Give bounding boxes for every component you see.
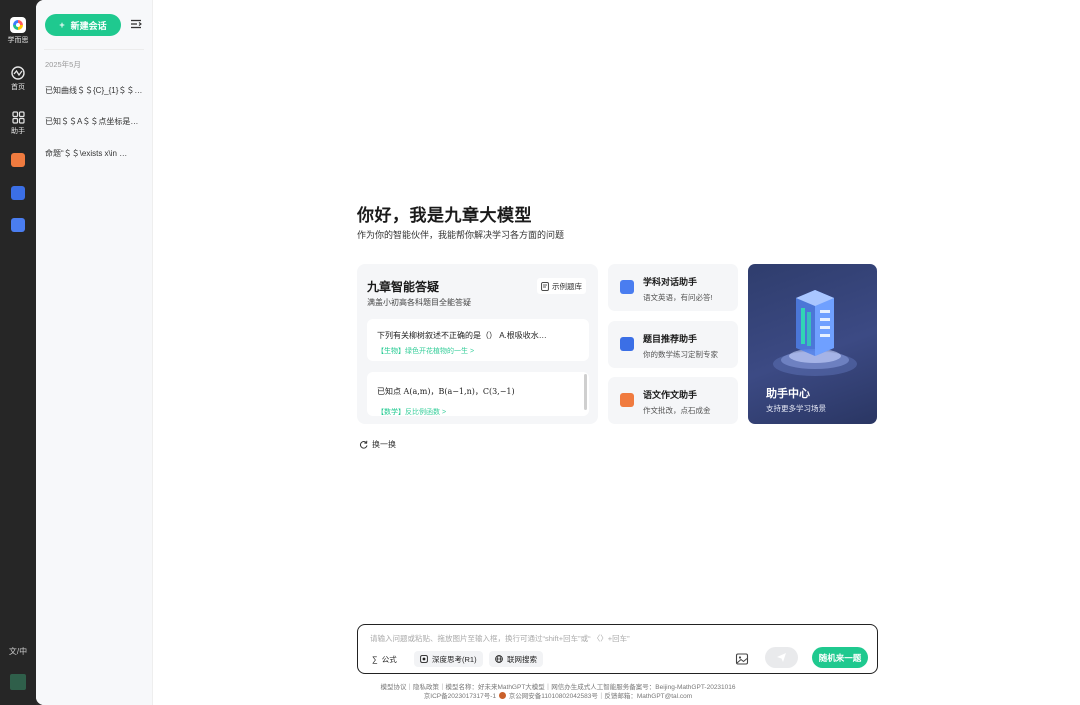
home-wave-icon <box>11 66 25 80</box>
chat-app-icon <box>11 218 25 232</box>
web-search-button[interactable]: 联网搜索 <box>489 651 543 667</box>
language-toggle-icon: 文/中 <box>8 647 28 656</box>
assistant-subtitle: 作文批改，点石成金 <box>643 406 711 415</box>
answer-card-title: 九章智能答疑 <box>367 280 440 294</box>
rail-item-home[interactable]: 首页 <box>0 66 36 92</box>
assistant-center-subtitle: 支持更多学习场景 <box>766 404 826 413</box>
page-title: 你好，我是九章大模型 <box>357 206 532 225</box>
send-icon <box>777 653 786 662</box>
rail-app-writing[interactable] <box>0 153 36 167</box>
subject-tag: 【数学】 <box>377 409 405 416</box>
sidebar-divider <box>44 49 144 50</box>
icp-record[interactable]: 京ICP备2023017317号-1 <box>424 693 496 700</box>
assistant-title: 题目推荐助手 <box>643 334 698 344</box>
refresh-label: 换一换 <box>372 440 396 449</box>
server-illustration-icon <box>773 290 857 376</box>
web-search-label: 联网搜索 <box>507 654 537 664</box>
new-chat-label: 新建会话 <box>70 20 107 31</box>
deep-think-label: 深度思考(R1) <box>432 654 477 664</box>
police-badge-icon <box>498 692 506 699</box>
public-security-record[interactable]: 京公网安备11010802042583号｜反馈邮箱：MathGPT@tal.co… <box>509 693 693 700</box>
collapse-sidebar-icon[interactable] <box>130 18 142 30</box>
question-card[interactable]: 下列有关柳树叙述不正确的是（） A.根吸收水… 【生物】绿色开花植物的一生 > <box>367 319 589 361</box>
topic-link[interactable]: 绿色开花植物的一生 > <box>405 348 474 355</box>
question-text: 已知点 A(a,m)，B(a−1,n)，C(3,−1) <box>377 387 515 396</box>
avatar <box>10 674 26 690</box>
assistant-title: 学科对话助手 <box>643 277 698 287</box>
history-date-group: 2025年5月 <box>45 60 81 69</box>
smart-answer-card: 九章智能答疑 满盖小初高各科题目全能答疑 示例题库 下列有关柳树叙述不正确的是（… <box>357 264 598 424</box>
assistant-title: 语文作文助手 <box>643 390 698 400</box>
formula-button[interactable]: ∑ 公式 <box>366 651 403 667</box>
rail-assistant-label: 助手 <box>11 128 25 135</box>
plus-icon: + <box>59 20 65 30</box>
globe-icon <box>495 655 503 663</box>
rail-item-assistant[interactable]: 助手 <box>0 111 36 136</box>
question-recommend-assistant-card[interactable]: 题目推荐助手 你的数学练习定制专家 <box>608 321 738 368</box>
grid-icon <box>11 111 25 124</box>
writing-app-icon <box>11 153 25 167</box>
recommend-icon <box>620 337 634 351</box>
new-chat-button[interactable]: + 新建会话 <box>45 14 121 36</box>
history-sidebar: + 新建会话 2025年5月 已知曲线＄＄{C}_{1}＄＄… 已知＄＄A＄＄点… <box>36 0 153 705</box>
question-card[interactable]: 已知点 A(a,m)，B(a−1,n)，C(3,−1) 【数学】反比例函数 > <box>367 372 589 416</box>
document-icon <box>541 281 549 291</box>
assistant-center-title: 助手中心 <box>766 388 810 400</box>
refresh-icon <box>360 440 368 449</box>
rail-app-recommend[interactable] <box>0 186 36 200</box>
subject-tag: 【生物】 <box>377 348 405 355</box>
example-bank-button[interactable]: 示例题库 <box>537 278 586 294</box>
rail-home-label: 首页 <box>11 84 25 91</box>
history-item[interactable]: 已知曲线＄＄{C}_{1}＄＄… <box>45 85 145 96</box>
formula-label: 公式 <box>381 654 397 664</box>
question-input-placeholder[interactable]: 请输入问题或粘贴、拖放图片至输入框，换行可通过“shift+回车”或“ 〈〉+回… <box>370 633 630 644</box>
assistant-center-card[interactable]: 助手中心 支持更多学习场景 <box>748 264 877 424</box>
page-subtitle: 作为你的智能伙伴，我能帮你解决学习各方面的问题 <box>357 230 565 240</box>
subject-chat-assistant-card[interactable]: 学科对话助手 语文英语，有问必答! <box>608 264 738 311</box>
question-list-scrollbar[interactable] <box>584 374 587 410</box>
rail-logo[interactable]: 学而思 <box>0 17 36 45</box>
refresh-button[interactable]: 换一换 <box>359 439 396 450</box>
recommend-app-icon <box>11 186 25 200</box>
app-rail: 学而思 首页 助手 文/中 <box>0 0 36 705</box>
essay-icon <box>620 393 634 407</box>
question-input-box[interactable]: 请输入问题或粘贴、拖放图片至输入框，换行可通过“shift+回车”或“ 〈〉+回… <box>357 624 878 674</box>
footer-icp-line: 京ICP备2023017317号-1 京公网安备11010802042583号｜… <box>36 690 1080 700</box>
question-tag: 【数学】反比例函数 > <box>377 407 446 416</box>
random-question-button[interactable]: 随机来一题 <box>812 647 868 668</box>
chat-bubble-icon <box>620 280 634 294</box>
formula-icon: ∑ <box>372 654 378 664</box>
deep-think-button[interactable]: 深度思考(R1) <box>414 651 483 667</box>
deep-think-icon <box>420 655 428 663</box>
xueersi-logo-icon <box>10 17 26 33</box>
essay-assistant-card[interactable]: 语文作文助手 作文批改，点石成金 <box>608 377 738 424</box>
question-tag: 【生物】绿色开花植物的一生 > <box>377 346 474 356</box>
image-upload-icon[interactable] <box>735 652 749 666</box>
topic-link[interactable]: 反比例函数 > <box>405 409 446 416</box>
answer-card-subtitle: 满盖小初高各科题目全能答疑 <box>367 298 471 307</box>
assistant-subtitle: 你的数学练习定制专家 <box>643 350 718 359</box>
assistant-subtitle: 语文英语，有问必答! <box>643 293 713 302</box>
history-item[interactable]: 命题“＄＄\exists x\in … <box>45 148 145 159</box>
question-text: 下列有关柳树叙述不正确的是（） A.根吸收水… <box>377 331 547 340</box>
rail-user-avatar[interactable] <box>0 674 36 690</box>
main-panel: + 新建会话 2025年5月 已知曲线＄＄{C}_{1}＄＄… 已知＄＄A＄＄点… <box>36 0 1080 705</box>
rail-app-chat[interactable] <box>0 218 36 232</box>
rail-language-toggle[interactable]: 文/中 <box>0 646 36 657</box>
example-bank-label: 示例题库 <box>552 281 582 291</box>
history-item[interactable]: 已知＄＄A＄＄点坐标是… <box>45 116 145 127</box>
rail-logo-label: 学而思 <box>7 37 29 44</box>
send-button[interactable] <box>765 647 798 668</box>
